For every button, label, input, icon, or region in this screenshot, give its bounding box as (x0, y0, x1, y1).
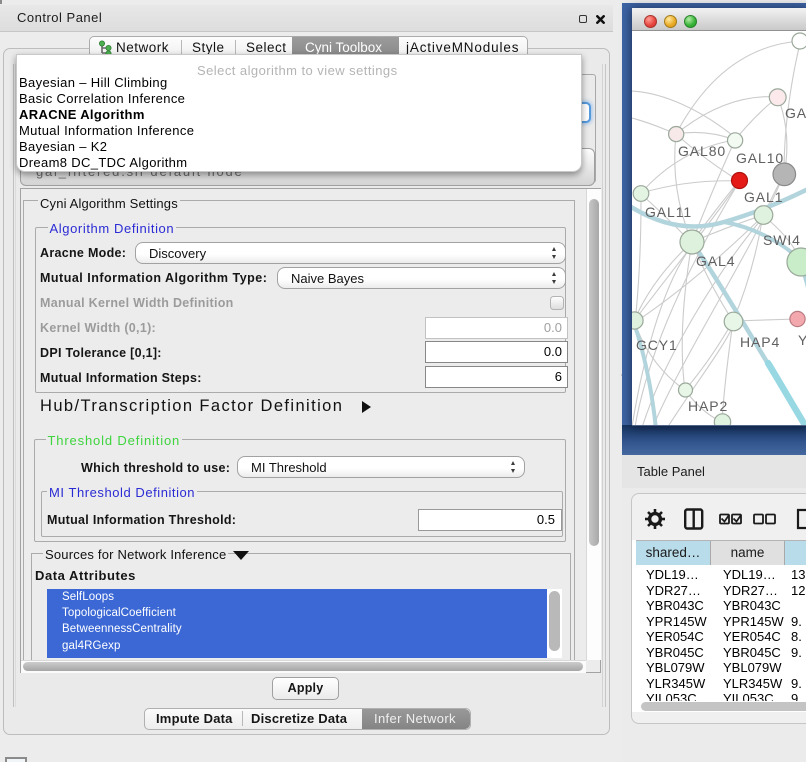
svg-text:GAL4: GAL4 (696, 253, 735, 269)
svg-text:GAL7: GAL7 (785, 105, 806, 121)
svg-text:GAL11: GAL11 (645, 204, 692, 220)
svg-text:HAP4: HAP4 (740, 334, 780, 350)
svg-text:HAP2: HAP2 (688, 398, 728, 414)
svg-text:GAL80: GAL80 (678, 143, 726, 159)
svg-text:GAL10: GAL10 (736, 150, 784, 166)
svg-text:GCY1: GCY1 (636, 337, 678, 353)
svg-text:YM: YM (798, 332, 806, 348)
svg-text:GAL1: GAL1 (744, 189, 783, 205)
svg-text:SWI4: SWI4 (763, 232, 801, 248)
